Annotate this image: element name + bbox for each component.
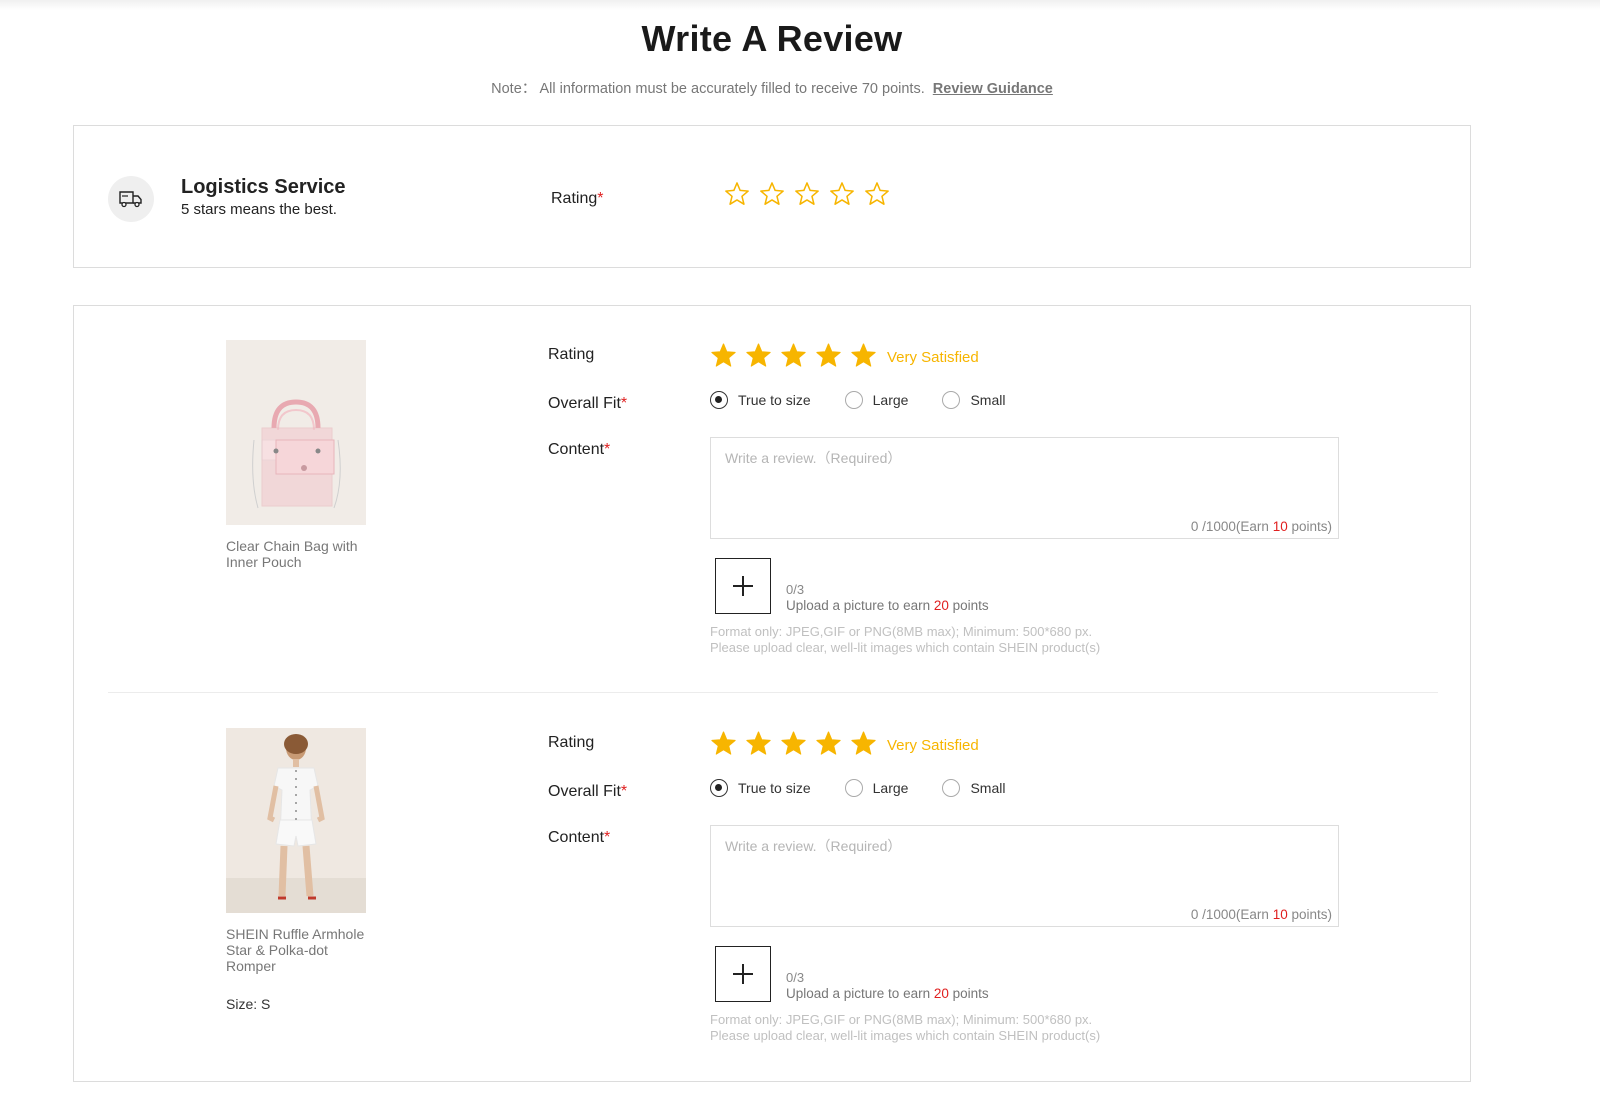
review-content-box: 0 /1000(Earn 10 points): [710, 437, 1339, 539]
required-mark: *: [620, 783, 628, 800]
review-content-box: 0 /1000(Earn 10 points): [710, 825, 1339, 927]
overall-fit-options: True to size Large Small: [710, 779, 1039, 797]
character-counter: 0 /1000(Earn 10 points): [1190, 519, 1332, 534]
logistics-star-rating[interactable]: [724, 181, 890, 207]
radio-button[interactable]: [844, 391, 863, 409]
radio-button[interactable]: [710, 779, 728, 797]
overall-fit-options: True to size Large Small: [710, 391, 1039, 409]
logistics-subtitle: 5 stars means the best.: [181, 201, 337, 218]
rating-label: Rating: [548, 734, 595, 751]
star-filled-icon-2[interactable]: [745, 342, 772, 369]
star-empty-icon-1[interactable]: [724, 181, 750, 207]
page-title: Write A Review: [641, 18, 903, 59]
star-filled-icon-5[interactable]: [850, 342, 877, 369]
note-line: Note： All information must be accurately…: [0, 77, 1544, 98]
format-hint: Format only: JPEG,GIF or PNG(8MB max); M…: [710, 624, 1093, 639]
star-empty-icon-2[interactable]: [759, 181, 785, 207]
product-image-bag: [226, 340, 366, 525]
overall-fit-label: Overall Fit*: [548, 395, 628, 412]
upload-hint: Upload a picture to earn 20 points: [786, 598, 989, 613]
review-guidance-link[interactable]: Review Guidance: [933, 81, 1053, 97]
content-label: Content*: [548, 829, 611, 846]
character-counter: 0 /1000(Earn 10 points): [1190, 907, 1332, 922]
upload-guideline: Please upload clear, well-lit images whi…: [710, 640, 1101, 655]
star-filled-icon-3[interactable]: [780, 342, 807, 369]
products-panel: Clear Chain Bag with Inner Pouch Rating …: [73, 305, 1471, 1082]
plus-icon: [733, 964, 753, 984]
product-review-item: SHEIN Ruffle Armhole Star & Polka-dot Ro…: [74, 694, 1472, 1074]
star-filled-icon-3[interactable]: [780, 730, 807, 757]
format-hint: Format only: JPEG,GIF or PNG(8MB max); M…: [710, 1012, 1093, 1027]
logistics-rating-label: Rating*: [551, 190, 604, 207]
product-size: Size: S: [226, 996, 271, 1012]
product-review-item: Clear Chain Bag with Inner Pouch Rating …: [74, 306, 1472, 686]
fit-option-true-to-size[interactable]: True to size: [710, 391, 811, 409]
star-filled-icon-1[interactable]: [710, 730, 737, 757]
logistics-title: Logistics Service: [181, 176, 346, 198]
required-mark: *: [597, 190, 604, 207]
star-empty-icon-4[interactable]: [829, 181, 855, 207]
plus-icon: [733, 576, 753, 596]
product-name: Clear Chain Bag with Inner Pouch: [226, 538, 358, 570]
note-text: Note： All information must be accurately…: [491, 81, 925, 97]
product-image-romper: [226, 728, 366, 913]
truck-icon: [108, 176, 154, 222]
upload-picture-button[interactable]: [715, 946, 771, 1002]
required-mark: *: [620, 395, 628, 412]
upload-picture-button[interactable]: [715, 558, 771, 614]
upload-guideline: Please upload clear, well-lit images whi…: [710, 1028, 1101, 1043]
product-star-rating[interactable]: Very Satisfied: [710, 342, 979, 369]
rating-text: Very Satisfied: [887, 349, 979, 366]
upload-count: 0/3: [786, 970, 805, 985]
stars-holder: [710, 730, 885, 757]
star-filled-icon-5[interactable]: [850, 730, 877, 757]
top-shade: [0, 0, 1600, 10]
required-mark: *: [604, 441, 611, 458]
item-divider: [108, 692, 1438, 693]
upload-count: 0/3: [786, 582, 805, 597]
star-empty-icon-3[interactable]: [794, 181, 820, 207]
rating-text: Very Satisfied: [887, 737, 979, 754]
radio-button[interactable]: [710, 391, 728, 409]
product-name: SHEIN Ruffle Armhole Star & Polka-dot Ro…: [226, 926, 365, 974]
radio-button[interactable]: [942, 779, 961, 797]
fit-option-large[interactable]: Large: [844, 779, 908, 797]
required-mark: *: [604, 829, 611, 846]
upload-hint: Upload a picture to earn 20 points: [786, 986, 989, 1001]
radio-button[interactable]: [942, 391, 961, 409]
product-star-rating[interactable]: Very Satisfied: [710, 730, 979, 757]
star-filled-icon-1[interactable]: [710, 342, 737, 369]
rating-label: Rating: [548, 346, 595, 363]
logistics-panel: Logistics Service 5 stars means the best…: [73, 125, 1471, 268]
radio-button[interactable]: [844, 779, 863, 797]
star-filled-icon-2[interactable]: [745, 730, 772, 757]
overall-fit-label: Overall Fit*: [548, 783, 628, 800]
content-label: Content*: [548, 441, 611, 458]
fit-option-large[interactable]: Large: [844, 391, 908, 409]
fit-option-small[interactable]: Small: [942, 391, 1005, 409]
fit-option-small[interactable]: Small: [942, 779, 1005, 797]
star-empty-icon-5[interactable]: [864, 181, 890, 207]
fit-option-true-to-size[interactable]: True to size: [710, 779, 811, 797]
star-filled-icon-4[interactable]: [815, 342, 842, 369]
stars-holder: [710, 342, 885, 369]
star-filled-icon-4[interactable]: [815, 730, 842, 757]
